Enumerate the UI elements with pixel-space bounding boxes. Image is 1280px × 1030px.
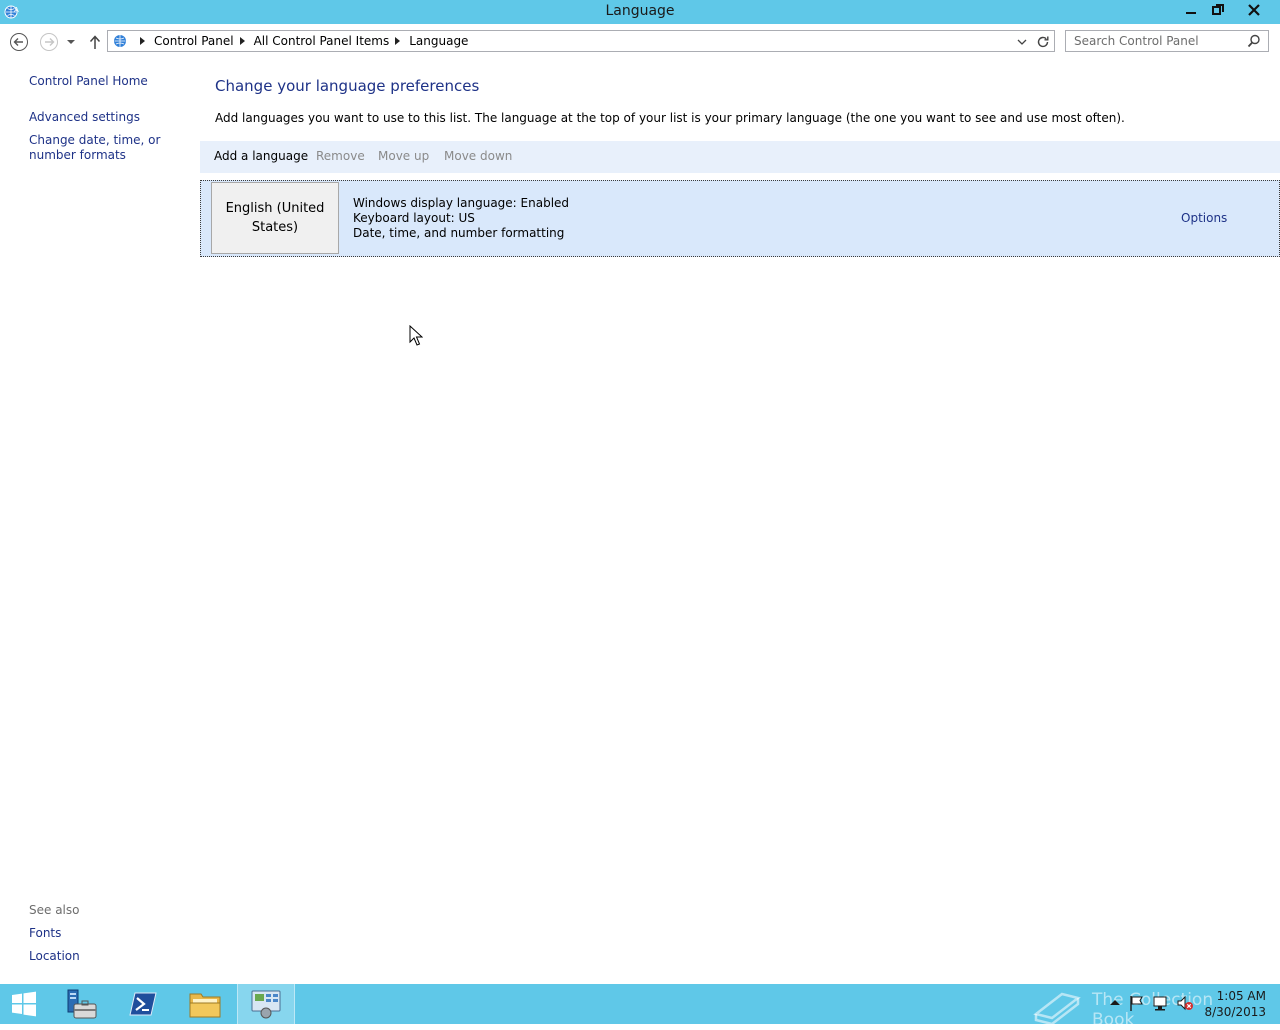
page-description: Add languages you want to use to this li… <box>215 111 1125 125</box>
add-language-button[interactable]: Add a language <box>214 149 308 163</box>
file-explorer-button[interactable] <box>176 984 234 1024</box>
search-box[interactable] <box>1065 30 1269 52</box>
minimize-button[interactable] <box>1177 0 1205 20</box>
forward-arrow-icon <box>40 33 58 51</box>
back-button[interactable] <box>9 32 29 52</box>
search-icon[interactable] <box>1247 34 1261 48</box>
breadcrumb-all-items[interactable]: All Control Panel Items <box>254 34 390 48</box>
title-bar[interactable]: A Language <box>0 0 1280 24</box>
start-icon <box>12 991 36 1017</box>
address-bar[interactable]: Control Panel All Control Panel Items La… <box>107 30 1055 52</box>
start-button[interactable] <box>0 984 48 1024</box>
display-language-status: Windows display language: Enabled <box>353 196 570 210</box>
page-title: Change your language preferences <box>215 77 480 95</box>
system-clock[interactable]: 1:05 AM 8/30/2013 <box>1200 988 1266 1020</box>
keyboard-layout-info: Keyboard layout: US <box>353 211 475 225</box>
control-panel-taskbar-button[interactable] <box>237 984 295 1024</box>
volume-muted-icon[interactable] <box>1176 994 1194 1012</box>
language-list-item[interactable]: English (United States) Windows display … <box>200 180 1280 257</box>
breadcrumb-separator-icon[interactable] <box>239 37 245 45</box>
left-pane: Control Panel Home Advanced settings Cha… <box>0 58 200 984</box>
language-details: Windows display language: Enabled Keyboa… <box>353 196 569 241</box>
breadcrumb-separator-icon[interactable] <box>395 37 401 45</box>
breadcrumb-language[interactable]: Language <box>409 34 468 48</box>
location-link[interactable]: Location <box>29 949 80 963</box>
restore-icon <box>1212 4 1224 15</box>
chevron-down-icon <box>67 40 75 44</box>
restore-button[interactable] <box>1204 0 1232 20</box>
change-date-formats-link[interactable]: Change date, time, or number formats <box>29 133 194 163</box>
navigation-bar: Control Panel All Control Panel Items La… <box>0 24 1280 58</box>
language-options-link[interactable]: Options <box>1181 211 1227 225</box>
close-button[interactable] <box>1232 0 1276 20</box>
clock-date: 8/30/2013 <box>1204 1005 1266 1019</box>
clock-time: 1:05 AM <box>1216 989 1266 1003</box>
control-panel-icon <box>251 990 281 1019</box>
language-name-tile[interactable]: English (United States) <box>211 182 339 254</box>
server-manager-button[interactable] <box>52 984 110 1024</box>
move-up-button[interactable]: Move up <box>378 149 429 163</box>
refresh-icon[interactable] <box>1035 34 1051 50</box>
search-input[interactable] <box>1066 31 1246 51</box>
window-title: Language <box>605 3 675 19</box>
recent-locations-button[interactable] <box>63 32 79 52</box>
advanced-settings-link[interactable]: Advanced settings <box>29 110 140 124</box>
server-manager-icon <box>67 989 97 1019</box>
language-toolbar: Add a language Remove Move up Move down <box>200 141 1280 173</box>
formatting-info: Date, time, and number formatting <box>353 226 565 240</box>
address-dropdown-icon[interactable] <box>1015 35 1029 49</box>
breadcrumb-separator-icon[interactable] <box>140 37 145 45</box>
close-icon <box>1248 4 1260 16</box>
minimize-icon <box>1186 12 1196 14</box>
control-panel-home-link[interactable]: Control Panel Home <box>29 74 148 88</box>
up-arrow-icon <box>89 35 101 49</box>
network-icon[interactable] <box>1152 994 1170 1012</box>
taskbar: The Collection Book 1:05 AM 8/30/2013 <box>0 984 1280 1030</box>
file-explorer-icon <box>189 993 221 1018</box>
fonts-link[interactable]: Fonts <box>29 926 61 940</box>
breadcrumb-control-panel[interactable]: Control Panel <box>154 34 234 48</box>
remove-button[interactable]: Remove <box>316 149 365 163</box>
powershell-icon <box>129 992 157 1016</box>
powershell-button[interactable] <box>114 984 172 1024</box>
book-watermark-icon <box>1033 992 1081 1024</box>
move-down-button[interactable]: Move down <box>444 149 512 163</box>
language-location-icon <box>114 35 126 47</box>
mouse-cursor-icon <box>409 325 423 346</box>
back-arrow-icon <box>10 33 28 51</box>
forward-button[interactable] <box>39 32 59 52</box>
show-hidden-icons-icon[interactable] <box>1106 994 1124 1012</box>
action-center-flag-icon[interactable] <box>1128 994 1146 1012</box>
see-also-label: See also <box>29 903 80 917</box>
up-button[interactable] <box>85 32 105 52</box>
